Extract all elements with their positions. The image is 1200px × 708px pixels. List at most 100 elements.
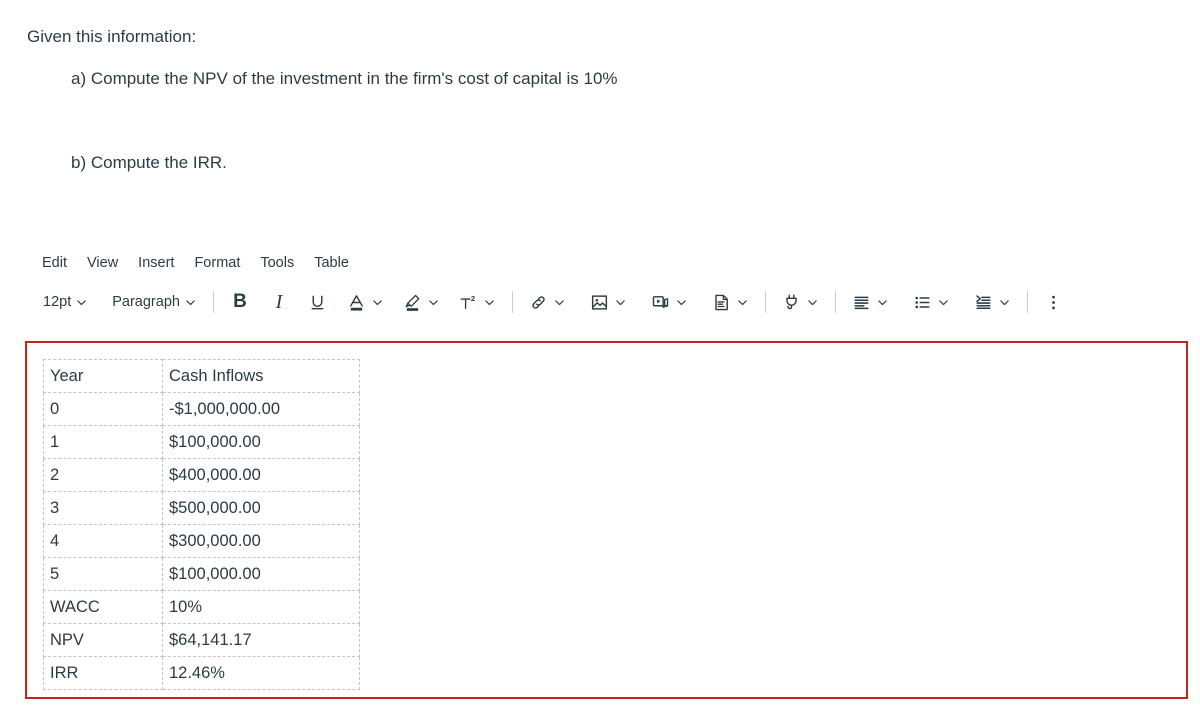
- cell-year-4[interactable]: 4: [43, 524, 163, 558]
- table-row: NPV $64,141.17: [43, 623, 360, 657]
- plug-apps-icon: [782, 292, 802, 312]
- prompt-item-a: a) Compute the NPV of the investment in …: [71, 69, 618, 88]
- table-row: 4 $300,000.00: [43, 524, 360, 558]
- cell-year-2[interactable]: 2: [43, 458, 163, 492]
- italic-button[interactable]: I: [264, 289, 294, 315]
- editor-menubar: Edit View Insert Format Tools Table: [0, 243, 1200, 281]
- italic-icon: I: [275, 291, 283, 313]
- table-row: WACC 10%: [43, 590, 360, 624]
- cash-flow-table: Year Cash Inflows 0 -$1,000,000.00 1 $10…: [43, 359, 360, 690]
- cell-year-5[interactable]: 5: [43, 557, 163, 591]
- cell-cash-1[interactable]: $100,000.00: [162, 425, 360, 459]
- kebab-more-options-icon: [1044, 292, 1064, 312]
- table-body: Year Cash Inflows 0 -$1,000,000.00 1 $10…: [43, 359, 360, 690]
- menu-insert[interactable]: Insert: [128, 252, 184, 274]
- menu-edit[interactable]: Edit: [38, 252, 77, 274]
- cell-wacc-value[interactable]: 10%: [162, 590, 360, 624]
- prompt-intro-text: Given this information:: [27, 27, 197, 46]
- superscript-icon: 2: [459, 292, 479, 312]
- indent-button[interactable]: [969, 289, 1016, 315]
- menu-tools[interactable]: Tools: [250, 252, 304, 274]
- underline-button[interactable]: [303, 289, 333, 315]
- chevron-down-icon: [371, 296, 384, 309]
- chevron-down-icon: [184, 296, 197, 309]
- cell-year-header[interactable]: Year: [43, 359, 163, 393]
- align-button[interactable]: [847, 289, 894, 315]
- align-left-icon: [852, 292, 872, 312]
- menu-table[interactable]: Table: [304, 252, 359, 274]
- toolbar-divider: [1026, 291, 1028, 313]
- cell-year-3[interactable]: 3: [43, 491, 163, 525]
- cell-npv-value[interactable]: $64,141.17: [162, 623, 360, 657]
- svg-text:2: 2: [471, 294, 475, 303]
- toolbar-divider: [834, 291, 836, 313]
- image-icon: [590, 292, 610, 312]
- bold-icon: B: [233, 291, 247, 312]
- table-row: 5 $100,000.00: [43, 557, 360, 591]
- document-button[interactable]: [707, 289, 754, 315]
- cell-cash-4[interactable]: $300,000.00: [162, 524, 360, 558]
- cell-npv-label[interactable]: NPV: [43, 623, 163, 657]
- chevron-down-icon: [876, 296, 889, 309]
- cell-cash-inflows-header[interactable]: Cash Inflows: [162, 359, 360, 393]
- superscript-button[interactable]: 2: [454, 289, 501, 315]
- table-row: 3 $500,000.00: [43, 491, 360, 525]
- chevron-down-icon: [427, 296, 440, 309]
- font-size-dropdown[interactable]: 12pt: [38, 290, 93, 314]
- prompt-item-b: b) Compute the IRR.: [71, 153, 227, 172]
- cell-year-1[interactable]: 1: [43, 425, 163, 459]
- chevron-down-icon: [553, 296, 566, 309]
- chevron-down-icon: [937, 296, 950, 309]
- apps-button[interactable]: [777, 289, 824, 315]
- font-size-value: 12pt: [43, 294, 72, 310]
- toolbar-divider: [511, 291, 513, 313]
- chevron-down-icon: [806, 296, 819, 309]
- block-format-value: Paragraph: [112, 294, 180, 310]
- table-row: IRR 12.46%: [43, 656, 360, 690]
- question-prompt: Given this information: a) Compute the N…: [0, 0, 1200, 174]
- table-row: Year Cash Inflows: [43, 359, 360, 393]
- highlight-color-icon: [403, 292, 423, 312]
- block-format-dropdown[interactable]: Paragraph: [107, 290, 202, 314]
- highlight-color-button[interactable]: [398, 289, 445, 315]
- more-options-button[interactable]: [1039, 289, 1069, 315]
- chevron-down-icon: [675, 296, 688, 309]
- rich-content-editor: Edit View Insert Format Tools Table 12pt…: [0, 243, 1200, 325]
- media-icon: [651, 292, 671, 312]
- document-icon: [712, 292, 732, 312]
- chevron-down-icon: [614, 296, 627, 309]
- chevron-down-icon: [998, 296, 1011, 309]
- table-row: 2 $400,000.00: [43, 458, 360, 492]
- cell-cash-5[interactable]: $100,000.00: [162, 557, 360, 591]
- bold-button[interactable]: B: [225, 289, 255, 315]
- table-row: 0 -$1,000,000.00: [43, 392, 360, 426]
- text-color-icon: [347, 292, 367, 312]
- editor-toolbar: 12pt Paragraph B I 2: [0, 281, 1200, 325]
- cell-cash-2[interactable]: $400,000.00: [162, 458, 360, 492]
- toolbar-divider: [764, 291, 766, 313]
- menu-view[interactable]: View: [77, 252, 128, 274]
- bulleted-list-icon: [913, 292, 933, 312]
- media-button[interactable]: [646, 289, 693, 315]
- editor-content-area[interactable]: Year Cash Inflows 0 -$1,000,000.00 1 $10…: [27, 343, 1186, 690]
- menu-format[interactable]: Format: [184, 252, 250, 274]
- cell-year-0[interactable]: 0: [43, 392, 163, 426]
- chevron-down-icon: [736, 296, 749, 309]
- toolbar-divider: [212, 291, 214, 313]
- cell-wacc-label[interactable]: WACC: [43, 590, 163, 624]
- link-icon: [529, 292, 549, 312]
- chevron-down-icon: [75, 296, 88, 309]
- table-row: 1 $100,000.00: [43, 425, 360, 459]
- underline-icon: [308, 292, 328, 312]
- cell-cash-0[interactable]: -$1,000,000.00: [162, 392, 360, 426]
- editor-body-focus-ring[interactable]: Year Cash Inflows 0 -$1,000,000.00 1 $10…: [25, 341, 1188, 699]
- text-color-button[interactable]: [342, 289, 389, 315]
- image-button[interactable]: [585, 289, 632, 315]
- link-button[interactable]: [524, 289, 571, 315]
- indent-icon: [974, 292, 994, 312]
- list-button[interactable]: [908, 289, 955, 315]
- chevron-down-icon: [483, 296, 496, 309]
- cell-cash-3[interactable]: $500,000.00: [162, 491, 360, 525]
- cell-irr-label[interactable]: IRR: [43, 656, 163, 690]
- cell-irr-value[interactable]: 12.46%: [162, 656, 360, 690]
